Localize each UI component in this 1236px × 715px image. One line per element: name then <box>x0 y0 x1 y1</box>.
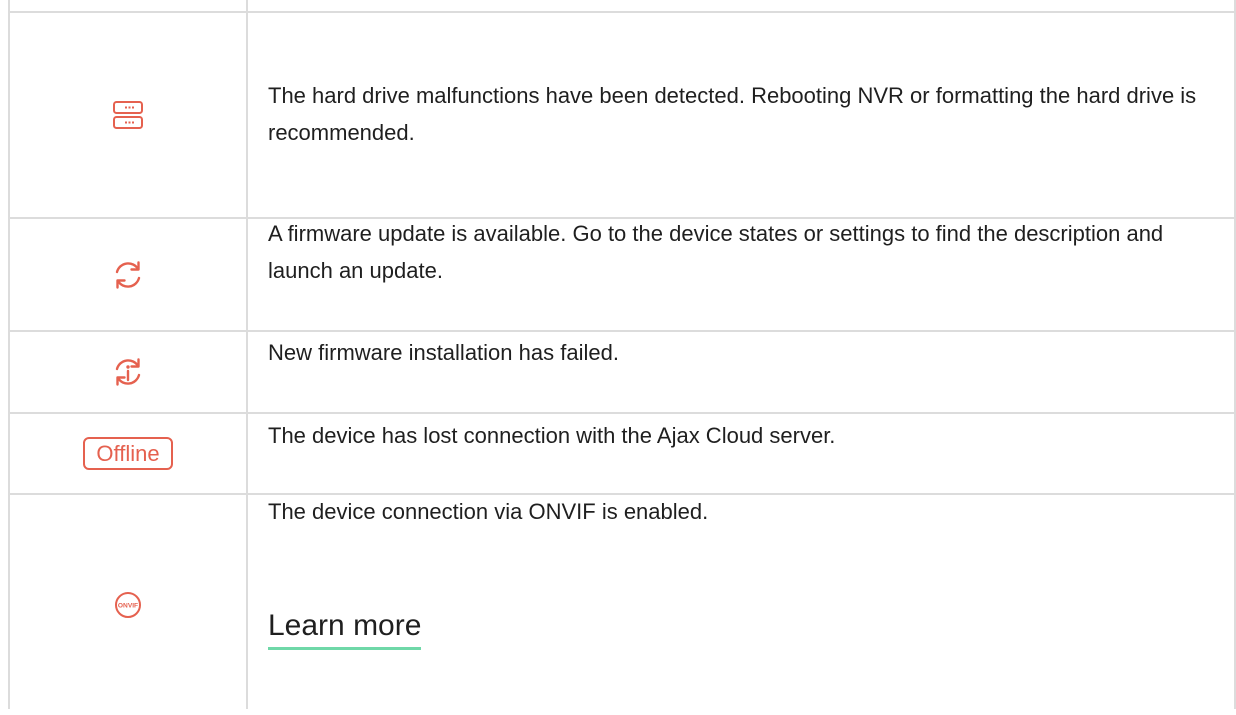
table-row: Offline The device has lost connection w… <box>10 414 1226 493</box>
learn-more-link[interactable]: Learn more <box>268 607 422 650</box>
status-icons-table: The hard drive malfunctions have been de… <box>0 0 1236 709</box>
refresh-icon <box>115 260 141 289</box>
onvif-icon: ONVIF <box>115 592 141 618</box>
table-row: ONVIF The device connection via ONVIF is… <box>10 495 1226 709</box>
row-description: A firmware update is available. Go to th… <box>268 221 1164 283</box>
table-row: New firmware installation has failed. <box>10 332 1226 412</box>
hard-drive-icon <box>113 101 143 129</box>
row-description: The device has lost connection with the … <box>268 423 836 448</box>
row-description: The device connection via ONVIF is enabl… <box>268 499 709 524</box>
table-row: A firmware update is available. Go to th… <box>10 219 1226 330</box>
icon-cell: ONVIF <box>10 495 246 715</box>
row-description: New firmware installation has failed. <box>268 340 619 365</box>
icon-cell <box>10 332 246 412</box>
icon-cell: Offline <box>10 414 246 493</box>
onvif-icon-label: ONVIF <box>118 602 138 609</box>
table-row: The hard drive malfunctions have been de… <box>10 13 1226 217</box>
row-description: The hard drive malfunctions have been de… <box>268 83 1197 145</box>
update-failed-icon <box>115 358 141 386</box>
offline-badge: Offline <box>83 437 173 470</box>
icon-cell <box>10 219 246 330</box>
icon-cell <box>10 13 246 217</box>
